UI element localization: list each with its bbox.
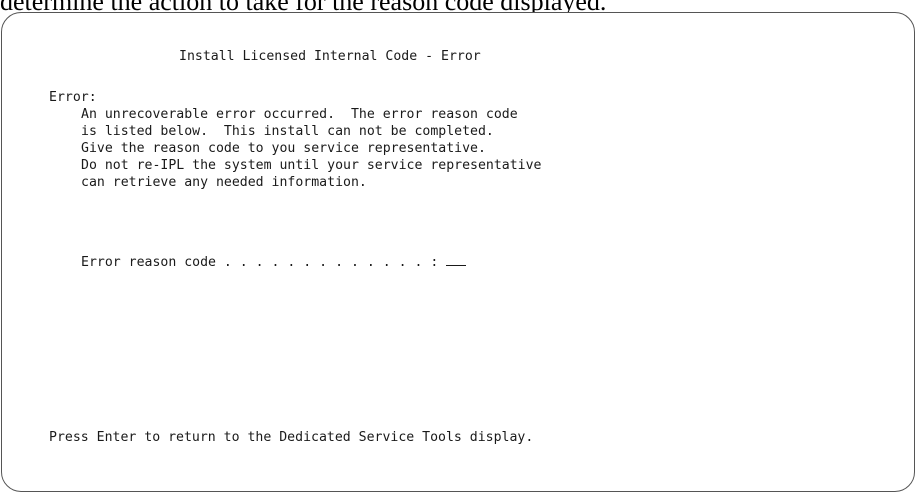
reason-code-label: Error reason code . . . . . . . . . . . … [81,255,439,270]
reason-code-row: Error reason code . . . . . . . . . . . … [81,251,467,271]
instruction-text: Press Enter to return to the Dedicated S… [49,430,534,445]
error-message: An unrecoverable error occurred. The err… [81,106,542,191]
terminal-screen: Install Licensed Internal Code - Error E… [1,12,915,492]
error-message-line: is listed below. This install can not be… [81,124,494,139]
error-label: Error: [49,90,97,105]
error-message-line: Give the reason code to you service repr… [81,141,486,156]
screen-title: Install Licensed Internal Code - Error [179,49,481,64]
error-message-line: An unrecoverable error occurred. The err… [81,107,518,122]
reason-code-field [446,251,467,266]
error-message-line: Do not re-IPL the system until your serv… [81,158,542,173]
error-message-line: can retrieve any needed information. [81,175,367,190]
